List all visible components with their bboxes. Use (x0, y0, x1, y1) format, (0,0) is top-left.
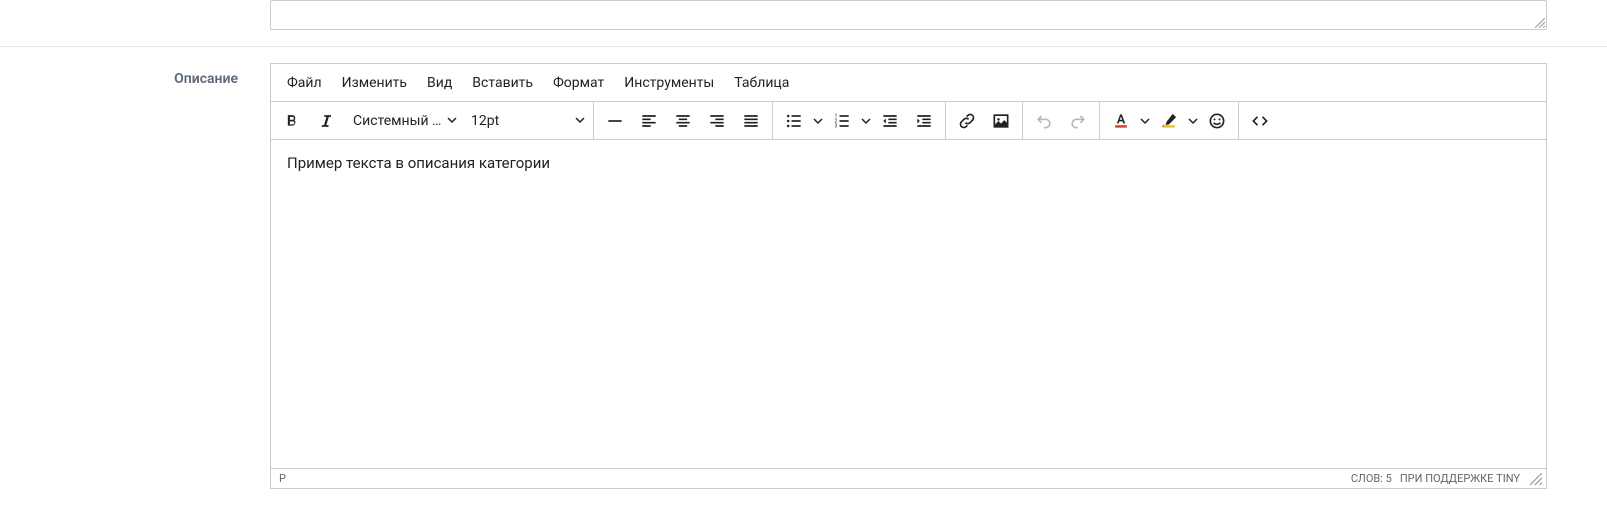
font-family-value: Системный … (347, 113, 441, 129)
previous-field-col (270, 0, 1607, 30)
outdent-button[interactable] (873, 104, 907, 138)
font-size-select[interactable]: 12pt (461, 104, 589, 138)
horizontal-rule-button[interactable] (598, 104, 632, 138)
emoji-button[interactable] (1200, 104, 1234, 138)
chevron-down-icon (447, 113, 457, 129)
editor-content[interactable]: Пример текста в описания категории (271, 140, 1546, 468)
toolbar-group-color (1100, 102, 1239, 139)
highlight-color-caret[interactable] (1186, 116, 1200, 126)
description-row: Описание Файл Изменить Вид Вставить Форм… (0, 63, 1607, 489)
menu-view[interactable]: Вид (417, 69, 462, 97)
toolbar-group-insert (946, 102, 1023, 139)
menu-tools[interactable]: Инструменты (614, 69, 724, 97)
editor-statusbar: P СЛОВ: 5 ПРИ ПОДДЕРЖКЕ TINY (271, 468, 1546, 488)
numbered-list-button[interactable]: 123 (825, 104, 859, 138)
description-label: Описание (0, 63, 270, 87)
menu-table[interactable]: Таблица (724, 69, 799, 97)
source-code-button[interactable] (1243, 104, 1277, 138)
menu-file[interactable]: Файл (277, 69, 332, 97)
editor-toolbar: Системный … 12pt (271, 102, 1546, 140)
italic-button[interactable] (309, 104, 343, 138)
section-divider (0, 46, 1607, 47)
status-powered-by[interactable]: ПРИ ПОДДЕРЖКЕ TINY (1400, 472, 1520, 485)
text-color-caret[interactable] (1138, 116, 1152, 126)
previous-textarea[interactable] (270, 0, 1547, 30)
link-button[interactable] (950, 104, 984, 138)
align-left-button[interactable] (632, 104, 666, 138)
align-right-button[interactable] (700, 104, 734, 138)
toolbar-group-code (1239, 102, 1281, 139)
toolbar-group-undo (1023, 102, 1100, 139)
menu-format[interactable]: Формат (543, 69, 614, 97)
toolbar-group-lists: 123 (773, 102, 946, 139)
font-size-value: 12pt (465, 113, 499, 129)
description-field-col: Файл Изменить Вид Вставить Формат Инстру… (270, 63, 1607, 489)
image-button[interactable] (984, 104, 1018, 138)
toolbar-group-font: Системный … 12pt (271, 102, 594, 139)
font-family-select[interactable]: Системный … (343, 104, 461, 138)
previous-field-label (0, 0, 270, 8)
textarea-resize-icon[interactable] (1535, 18, 1545, 28)
menu-insert[interactable]: Вставить (462, 69, 543, 97)
toolbar-group-align (594, 102, 773, 139)
align-justify-button[interactable] (734, 104, 768, 138)
svg-text:3: 3 (835, 123, 838, 129)
chevron-down-icon (575, 113, 585, 129)
status-right: СЛОВ: 5 ПРИ ПОДДЕРЖКЕ TINY (1351, 472, 1542, 485)
align-center-button[interactable] (666, 104, 700, 138)
bullet-list-caret[interactable] (811, 116, 825, 126)
redo-button[interactable] (1061, 104, 1095, 138)
highlight-color-button[interactable] (1152, 104, 1186, 138)
status-word-count[interactable]: СЛОВ: 5 (1351, 472, 1392, 485)
previous-field-row (0, 0, 1607, 30)
rich-text-editor: Файл Изменить Вид Вставить Формат Инстру… (270, 63, 1547, 489)
undo-button[interactable] (1027, 104, 1061, 138)
bold-button[interactable] (275, 104, 309, 138)
numbered-list-caret[interactable] (859, 116, 873, 126)
text-color-button[interactable] (1104, 104, 1138, 138)
menu-edit[interactable]: Изменить (332, 69, 417, 97)
editor-menubar: Файл Изменить Вид Вставить Формат Инстру… (271, 64, 1546, 102)
editor-resize-icon[interactable] (1530, 473, 1542, 485)
status-element-path[interactable]: P (279, 472, 286, 485)
indent-button[interactable] (907, 104, 941, 138)
bullet-list-button[interactable] (777, 104, 811, 138)
